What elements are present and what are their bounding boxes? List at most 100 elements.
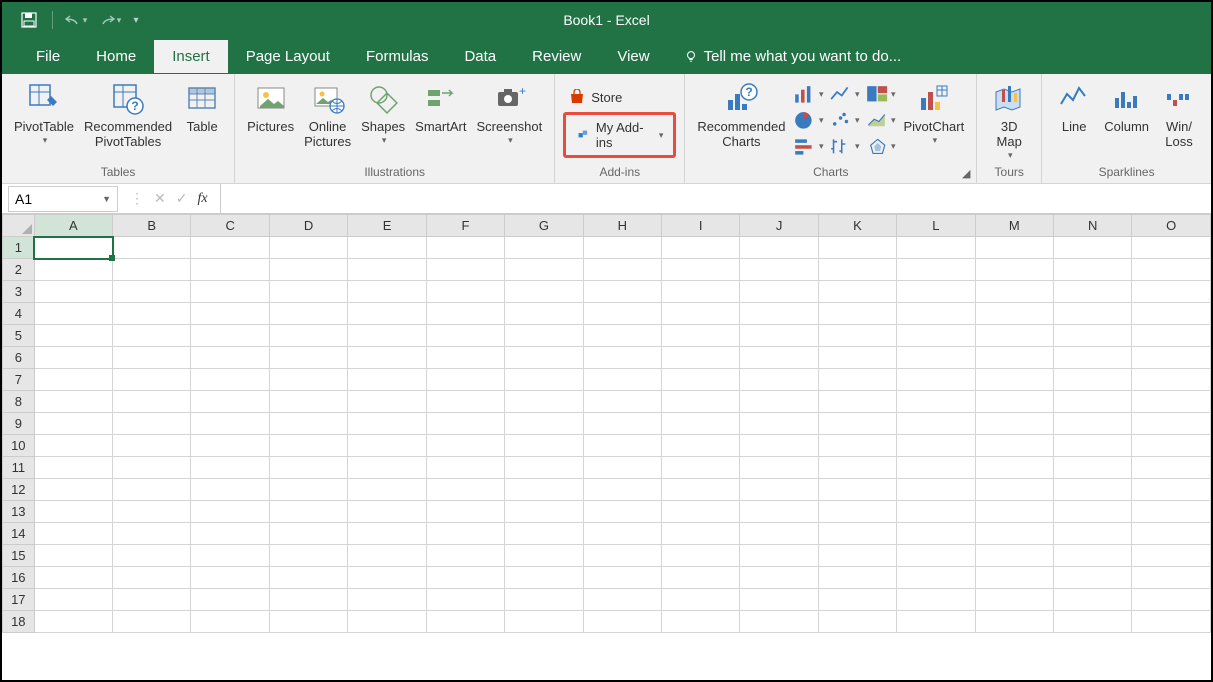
cell[interactable] [426,281,504,303]
cell[interactable] [897,435,975,457]
cell[interactable] [1054,545,1132,567]
cell[interactable] [34,501,112,523]
cell[interactable] [191,259,269,281]
cell[interactable] [1054,479,1132,501]
cell[interactable] [191,589,269,611]
cell[interactable] [191,237,269,259]
cell[interactable] [740,413,818,435]
cell[interactable] [740,435,818,457]
cell[interactable] [897,237,975,259]
cell[interactable] [583,589,661,611]
line-chart-button[interactable]: ▾ [830,84,860,104]
cell[interactable] [426,347,504,369]
cell[interactable] [897,391,975,413]
cell[interactable] [662,281,740,303]
cell[interactable] [897,413,975,435]
row-header[interactable]: 13 [3,501,35,523]
cell[interactable] [269,347,347,369]
tab-formulas[interactable]: Formulas [348,40,447,73]
cell[interactable] [113,347,191,369]
formula-options-icon[interactable]: ⋮ [130,190,144,207]
cell[interactable] [1132,237,1211,259]
cell[interactable] [662,325,740,347]
cell[interactable] [269,611,347,633]
cell[interactable] [505,259,583,281]
cell[interactable] [662,545,740,567]
cell[interactable] [1132,523,1211,545]
cell[interactable] [426,303,504,325]
cell[interactable] [583,457,661,479]
cell[interactable] [426,523,504,545]
cell[interactable] [348,303,426,325]
row-header[interactable]: 5 [3,325,35,347]
cell[interactable] [269,391,347,413]
cell[interactable] [348,523,426,545]
row-header[interactable]: 9 [3,413,35,435]
table-button[interactable]: Table [178,78,226,135]
tab-data[interactable]: Data [446,40,514,73]
cell[interactable] [348,347,426,369]
cell[interactable] [505,611,583,633]
cell[interactable] [1054,281,1132,303]
cell[interactable] [34,435,112,457]
formula-input[interactable] [221,184,1211,213]
cell[interactable] [191,391,269,413]
cell[interactable] [740,545,818,567]
store-button[interactable]: Store [563,86,676,108]
cell[interactable] [113,281,191,303]
row-header[interactable]: 17 [3,589,35,611]
3d-map-button[interactable]: 3D Map ▾ [985,78,1033,161]
cell[interactable] [113,435,191,457]
cell[interactable] [740,457,818,479]
cell[interactable] [740,237,818,259]
cell[interactable] [505,303,583,325]
cell[interactable] [740,303,818,325]
cell[interactable] [583,523,661,545]
cell[interactable] [505,347,583,369]
cell[interactable] [662,479,740,501]
row-header[interactable]: 18 [3,611,35,633]
cell[interactable] [269,523,347,545]
cell[interactable] [975,611,1053,633]
cell[interactable] [818,567,896,589]
tab-page-layout[interactable]: Page Layout [228,40,348,73]
cell[interactable] [34,281,112,303]
cell[interactable] [818,391,896,413]
cell[interactable] [505,523,583,545]
cell[interactable] [269,259,347,281]
cell[interactable] [818,347,896,369]
cell[interactable] [348,611,426,633]
column-header[interactable]: E [348,215,426,237]
cell[interactable] [662,457,740,479]
cell[interactable] [583,435,661,457]
cell[interactable] [583,325,661,347]
cell[interactable] [975,369,1053,391]
cell[interactable] [34,611,112,633]
cell[interactable] [1054,303,1132,325]
cell[interactable] [269,325,347,347]
cell[interactable] [191,413,269,435]
cell[interactable] [113,369,191,391]
cell[interactable] [269,457,347,479]
my-addins-button[interactable]: My Add-ins ▾ [568,116,671,154]
column-header[interactable]: I [662,215,740,237]
cell[interactable] [348,237,426,259]
row-header[interactable]: 16 [3,567,35,589]
cell[interactable] [113,325,191,347]
cell[interactable] [191,567,269,589]
cell[interactable] [34,523,112,545]
cell[interactable] [113,611,191,633]
cell[interactable] [897,303,975,325]
cell[interactable] [583,545,661,567]
cell[interactable] [740,369,818,391]
cell[interactable] [505,435,583,457]
cell[interactable] [1132,303,1211,325]
tab-file[interactable]: File [18,40,78,73]
cell[interactable] [113,479,191,501]
cell[interactable] [269,237,347,259]
cell[interactable] [426,457,504,479]
cell[interactable] [818,303,896,325]
cell[interactable] [269,589,347,611]
cell[interactable] [975,523,1053,545]
cell[interactable] [583,281,661,303]
